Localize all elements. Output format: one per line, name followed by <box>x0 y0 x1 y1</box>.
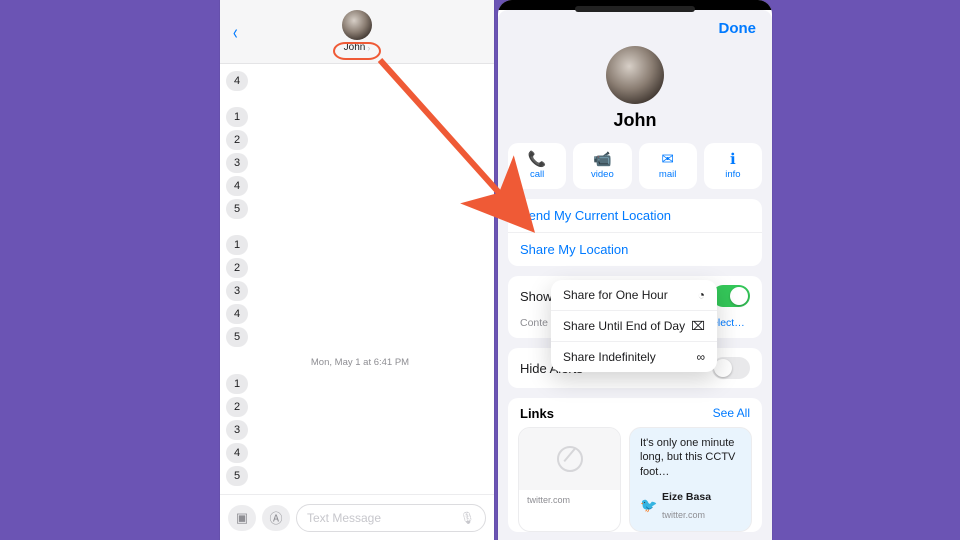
phone-icon: 📞 <box>528 152 547 167</box>
share-one-hour-item[interactable]: Share for One Hour ◔ <box>551 280 717 310</box>
twitter-bird-icon: 🐦 <box>640 497 656 513</box>
send-current-location-row[interactable]: Send My Current Location <box>508 199 762 232</box>
messages-scroll[interactable]: 4 1 2 3 4 5 1 2 3 4 5 Mon, May 1 at 6:41… <box>220 64 494 494</box>
chevron-right-icon: › <box>367 43 370 53</box>
location-group: Send My Current Location Share My Locati… <box>508 199 762 266</box>
infinity-icon: ∞ <box>696 350 705 364</box>
link-card[interactable]: twitter.com <box>518 427 621 532</box>
message-input[interactable]: Text Message 🎙 <box>296 504 486 532</box>
mail-button[interactable]: ✉︎ mail <box>639 143 697 189</box>
message-bubble[interactable]: 1 <box>226 107 248 127</box>
contact-avatar-large[interactable] <box>606 46 664 104</box>
link-source: twitter.com <box>519 490 620 511</box>
video-icon: 📹 <box>593 152 612 167</box>
mail-icon: ✉︎ <box>661 152 674 167</box>
appstore-button[interactable]: Ⓐ <box>262 505 290 531</box>
calendar-icon: ⌧ <box>691 319 705 333</box>
message-bubble[interactable]: 3 <box>226 420 248 440</box>
camera-icon: ▣ <box>236 510 248 526</box>
call-label: call <box>530 169 544 180</box>
video-label: video <box>591 169 614 180</box>
message-placeholder: Text Message <box>307 511 381 525</box>
message-bubble[interactable]: 4 <box>226 71 248 91</box>
message-bubble[interactable]: 5 <box>226 327 248 347</box>
back-chevron-icon[interactable]: ‹ <box>233 22 238 45</box>
call-button[interactable]: 📞 call <box>508 143 566 189</box>
show-in-shared-toggle[interactable] <box>712 285 750 307</box>
sheet-grabber[interactable] <box>498 0 772 10</box>
share-end-of-day-item[interactable]: Share Until End of Day ⌧ <box>551 310 717 341</box>
info-button[interactable]: ℹ︎ info <box>704 143 762 189</box>
see-all-link[interactable]: See All <box>713 406 750 421</box>
info-icon: ℹ︎ <box>730 152 736 167</box>
tweet-card[interactable]: It's only one minute long, but this CCTV… <box>629 427 752 532</box>
message-bubble[interactable]: 5 <box>226 466 248 486</box>
mail-label: mail <box>659 169 676 180</box>
contact-header[interactable]: John › <box>342 10 372 53</box>
show-in-shared-label: Show <box>520 289 553 304</box>
info-label: info <box>725 169 740 180</box>
share-location-popover: Share for One Hour ◔ Share Until End of … <box>551 280 717 372</box>
message-bubble[interactable]: 2 <box>226 397 248 417</box>
done-button[interactable]: Done <box>719 20 757 37</box>
tweet-author: Eize Basa <box>662 491 711 503</box>
mic-icon[interactable]: 🎙 <box>460 511 475 525</box>
clock-icon: ◔ <box>698 288 705 302</box>
message-bubble[interactable]: 1 <box>226 374 248 394</box>
share-indefinitely-item[interactable]: Share Indefinitely ∞ <box>551 341 717 372</box>
compass-icon <box>557 446 583 472</box>
message-bubble[interactable]: 4 <box>226 176 248 196</box>
contact-hero-name: John <box>614 110 657 131</box>
contact-hero: John <box>498 46 772 131</box>
contact-name-label: John <box>344 42 366 53</box>
camera-button[interactable]: ▣ <box>228 505 256 531</box>
contact-action-row: 📞 call 📹 video ✉︎ mail ℹ︎ info <box>498 131 772 199</box>
timestamp-label: Mon, May 1 at 6:41 PM <box>226 357 494 368</box>
tweet-source: twitter.com <box>662 510 705 520</box>
message-composer: ▣ Ⓐ Text Message 🎙 <box>220 494 494 540</box>
messages-header: ‹ John › <box>220 0 494 64</box>
contact-sheet: Done John 📞 call 📹 video ✉︎ mail <box>498 0 772 540</box>
share-my-location-row[interactable]: Share My Location <box>508 232 762 266</box>
message-bubble[interactable]: 3 <box>226 281 248 301</box>
video-button[interactable]: 📹 video <box>573 143 631 189</box>
links-group: Links See All twitter.com It's only one … <box>508 398 762 532</box>
contact-avatar-small[interactable] <box>342 10 372 40</box>
message-bubble[interactable]: 4 <box>226 304 248 324</box>
messages-screen: ‹ John › 4 1 2 3 4 5 1 2 <box>220 0 494 540</box>
message-bubble[interactable]: 3 <box>226 153 248 173</box>
message-bubble[interactable]: 5 <box>226 199 248 219</box>
message-bubble[interactable]: 4 <box>226 443 248 463</box>
message-bubble[interactable]: 1 <box>226 235 248 255</box>
appstore-icon: Ⓐ <box>269 508 282 527</box>
tweet-text: It's only one minute long, but this CCTV… <box>640 436 741 479</box>
message-bubble[interactable]: 2 <box>226 258 248 278</box>
links-header: Links <box>520 406 554 421</box>
hide-alerts-toggle[interactable] <box>712 357 750 379</box>
message-bubble[interactable]: 2 <box>226 130 248 150</box>
